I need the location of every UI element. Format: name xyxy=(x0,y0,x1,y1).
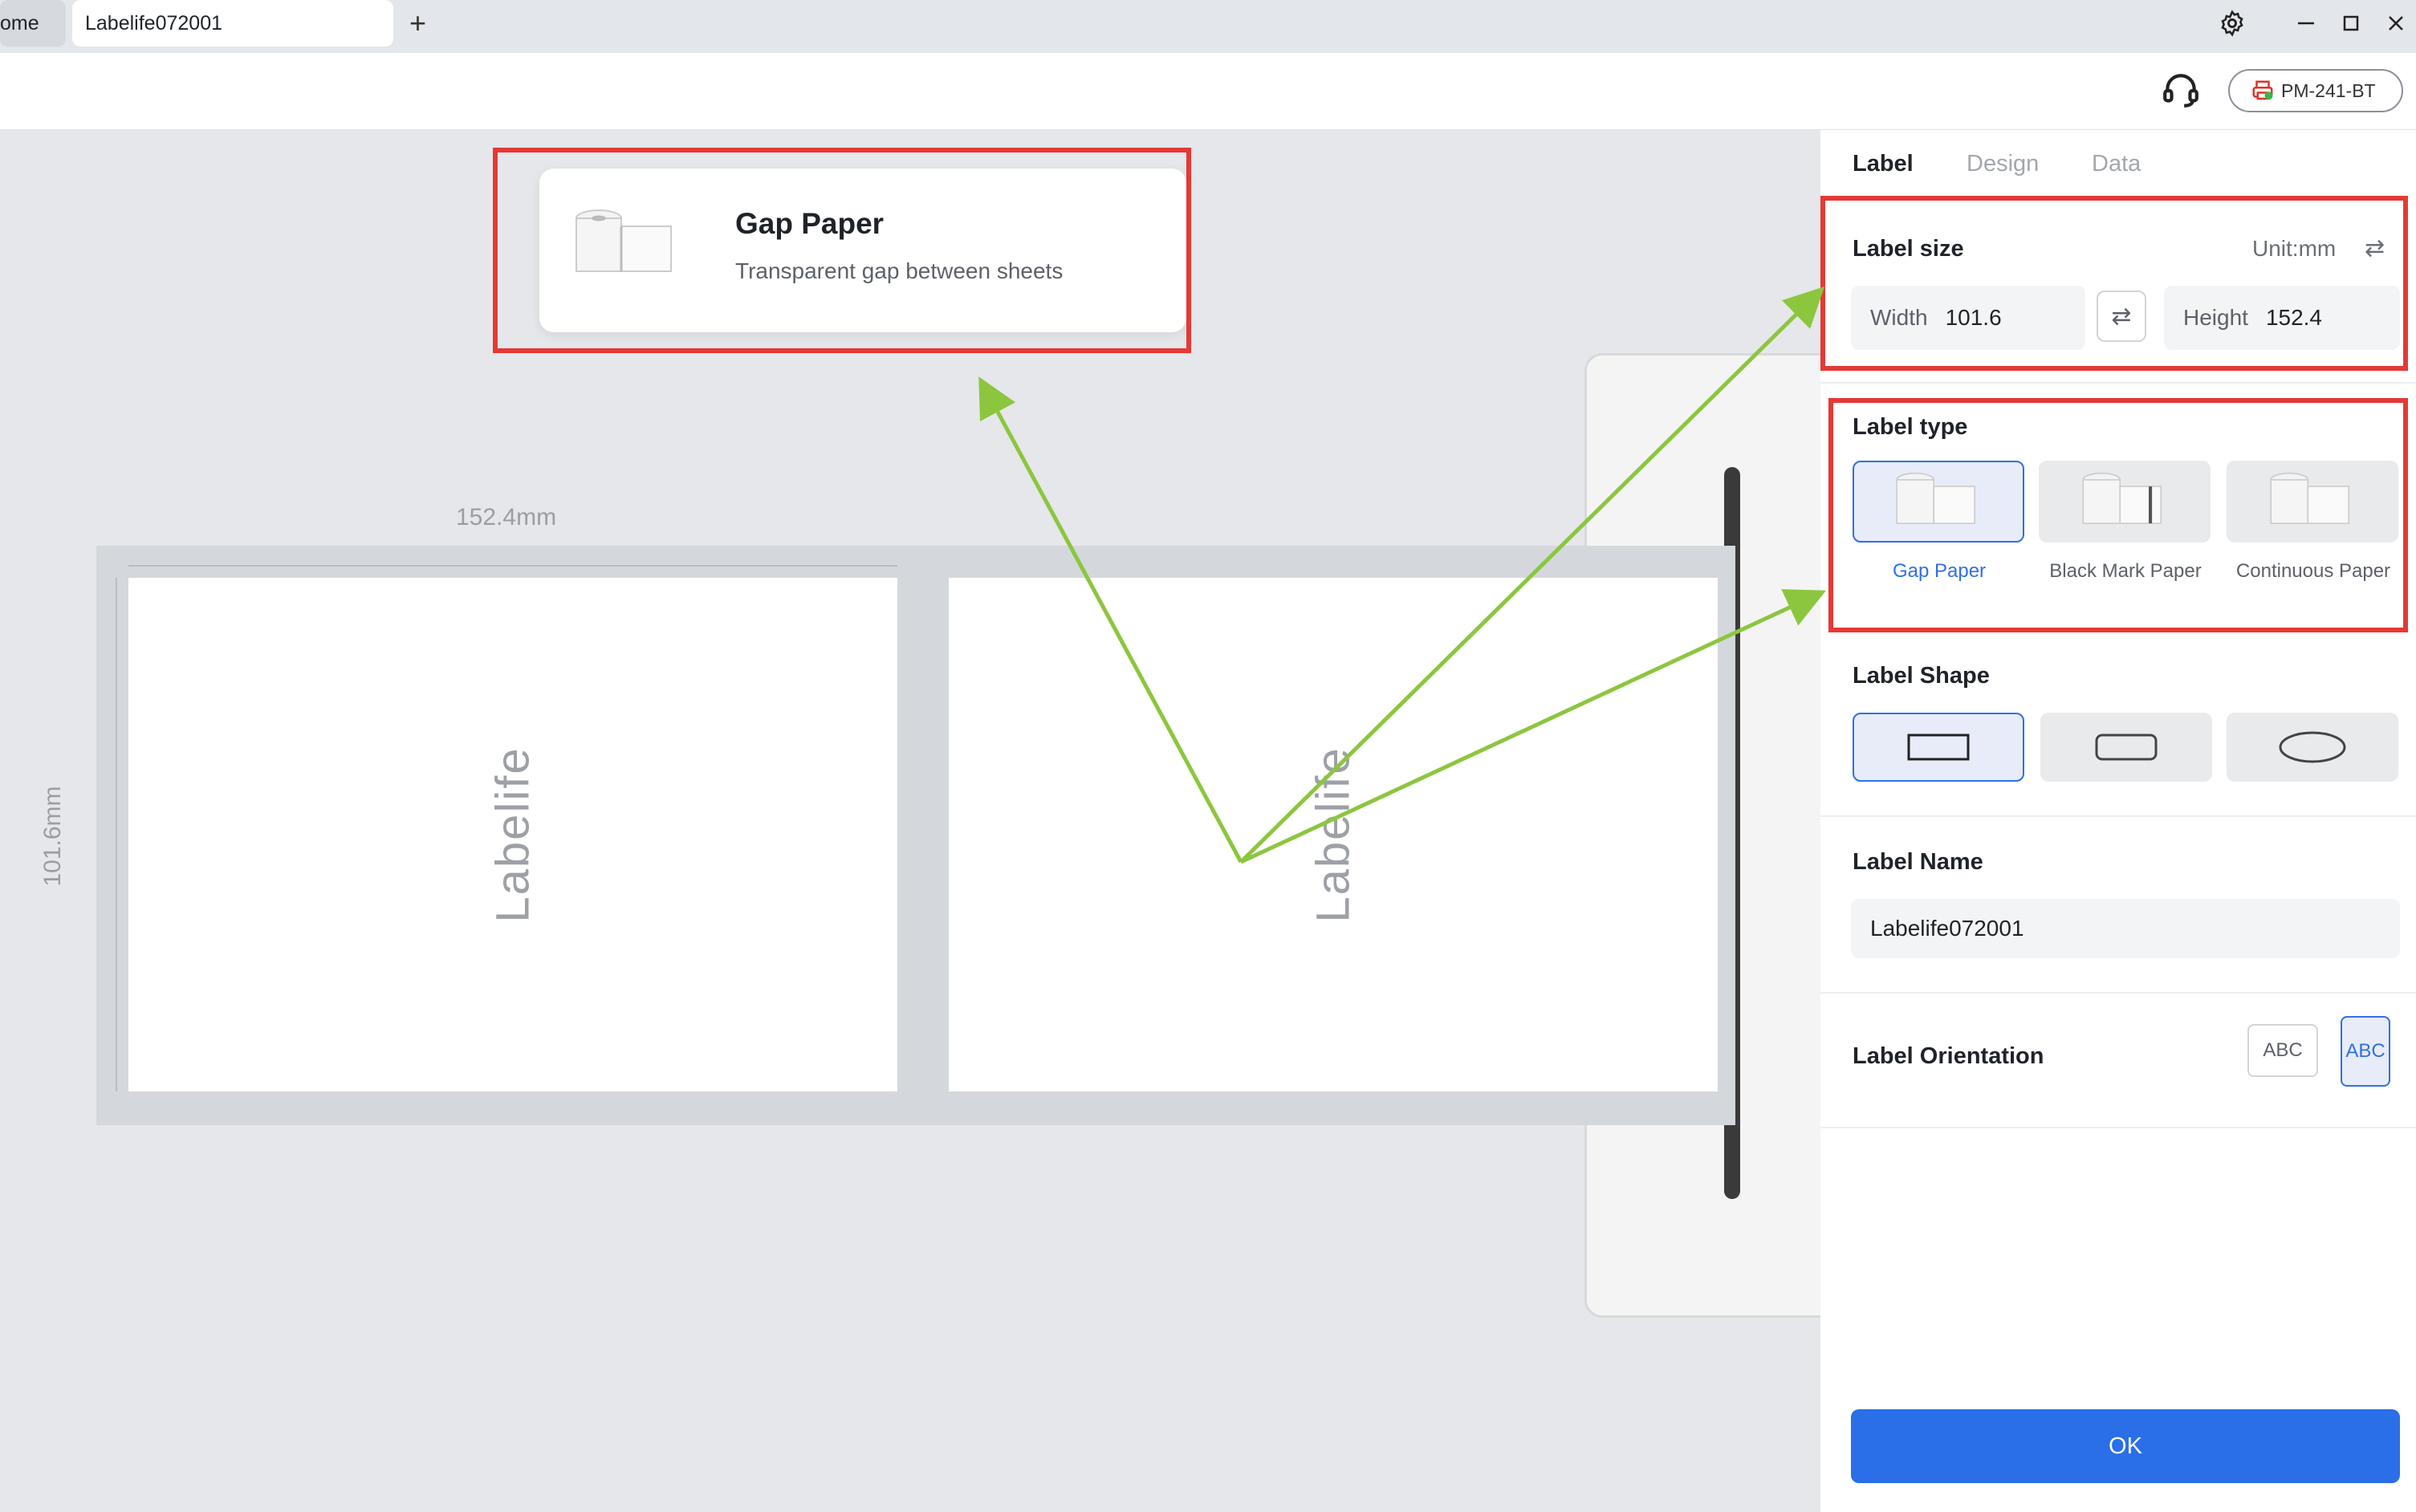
shape-ellipse-option[interactable] xyxy=(2227,713,2398,782)
width-dimension-line xyxy=(128,565,897,567)
shape-rectangle-option[interactable] xyxy=(1853,713,2024,782)
ok-button[interactable]: OK xyxy=(1851,1409,2400,1483)
tab-labelife072001[interactable]: Labelife072001 xyxy=(72,0,393,47)
rectangle-shape-icon xyxy=(1907,734,1970,761)
width-dimension: 152.4mm xyxy=(456,504,557,530)
headset-support-icon[interactable] xyxy=(2161,71,2201,111)
height-dimension: 101.6mm xyxy=(39,786,66,887)
printer-name: PM-241-BT xyxy=(2281,79,2376,101)
orientation-vertical-button[interactable]: ABC xyxy=(2341,1016,2390,1087)
tab-label[interactable]: Label xyxy=(1853,151,1914,177)
printer-icon xyxy=(2252,80,2273,100)
tab-design[interactable]: Design xyxy=(1967,151,2039,177)
highlight-box xyxy=(493,148,1191,353)
label-shape-title: Label Shape xyxy=(1853,663,1990,689)
orientation-horizontal-button[interactable]: ABC xyxy=(2247,1024,2318,1077)
highlight-box xyxy=(1820,196,2408,371)
add-tab-button[interactable]: + xyxy=(409,6,426,40)
toolbar: PM-241-BT xyxy=(0,53,2416,130)
maximize-icon[interactable] xyxy=(2333,5,2369,42)
label-sheet[interactable]: Labelife xyxy=(128,578,897,1091)
minimize-icon[interactable] xyxy=(2288,5,2324,42)
divider xyxy=(1820,815,2416,817)
ellipse-shape-icon xyxy=(2279,731,2346,763)
divider xyxy=(1820,1127,2416,1128)
title-bar: ome Labelife072001 + xyxy=(0,0,2416,53)
divider xyxy=(1820,992,2416,994)
tab-home[interactable]: ome xyxy=(0,0,66,47)
highlight-box xyxy=(1828,398,2408,632)
settings-gear-icon[interactable] xyxy=(2214,5,2251,42)
close-icon[interactable] xyxy=(2377,5,2414,42)
tab-data[interactable]: Data xyxy=(2092,151,2141,177)
divider xyxy=(1820,382,2416,384)
sheet-placeholder-text: Labelife xyxy=(1307,746,1360,923)
printer-selector-button[interactable]: PM-241-BT xyxy=(2228,69,2403,112)
label-name-input[interactable]: Labelife072001 xyxy=(1851,899,2400,958)
label-sheet[interactable]: Labelife xyxy=(949,578,1718,1091)
shape-rounded-rectangle-option[interactable] xyxy=(2040,713,2212,782)
rounded-rectangle-shape-icon xyxy=(2095,734,2158,761)
label-orientation-title: Label Orientation xyxy=(1853,1043,2044,1069)
height-dimension-line xyxy=(116,578,117,1091)
label-name-title: Label Name xyxy=(1853,849,1983,875)
sheet-placeholder-text: Labelife xyxy=(486,746,539,923)
